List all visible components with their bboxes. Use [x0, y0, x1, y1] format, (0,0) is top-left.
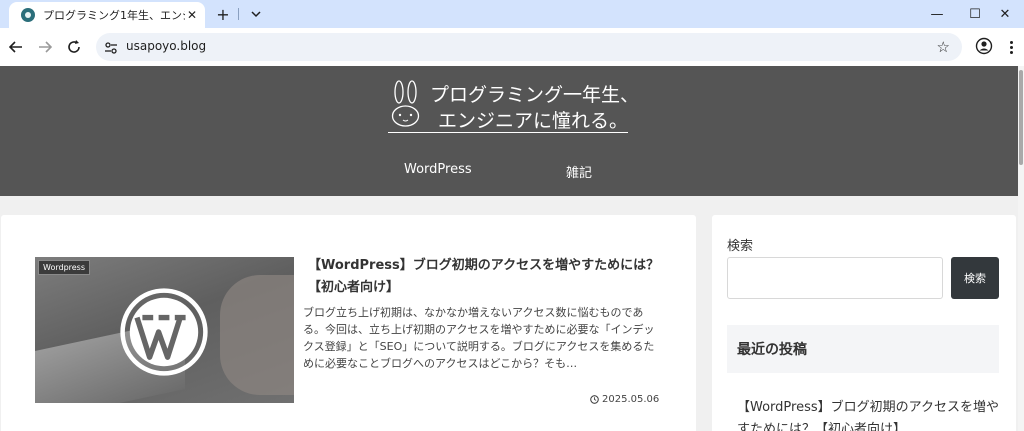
- browser-toolbar: usapoyo.blog ☆: [0, 28, 1024, 66]
- logo-text-line2: エンジニアに憧れる。: [438, 110, 629, 132]
- logo-text-line1: プログラミング一年生、: [430, 84, 640, 106]
- tab-title: プログラミング1年生、エンジニアに憧れる。: [43, 9, 185, 22]
- clock-icon: [590, 395, 599, 404]
- logo-underline: [388, 132, 628, 133]
- minimize-button[interactable]: —: [917, 0, 957, 28]
- nav-item-wordpress[interactable]: WordPress: [404, 162, 472, 177]
- url-text[interactable]: usapoyo.blog: [126, 39, 206, 53]
- post-excerpt: ブログ立ち上げ初期は、なかなか増えないアクセス数に悩むものである。今回は、立ち上…: [303, 306, 655, 370]
- reload-icon[interactable]: [64, 37, 84, 57]
- site-settings-icon[interactable]: [104, 40, 118, 54]
- tab-separator: [238, 8, 239, 20]
- rabbit-logo-icon: [391, 80, 420, 127]
- category-badge[interactable]: Wordpress: [38, 260, 91, 275]
- wordpress-logo-icon: [120, 288, 208, 376]
- address-bar[interactable]: usapoyo.blog ☆: [96, 33, 962, 61]
- profile-icon[interactable]: [975, 37, 993, 55]
- forward-arrow-icon[interactable]: [35, 37, 55, 57]
- tab-search-chevron-icon[interactable]: [246, 4, 266, 24]
- browser-tab-active[interactable]: プログラミング1年生、エンジニアに憧れる。 ✕: [9, 2, 205, 28]
- back-arrow-icon[interactable]: [6, 37, 26, 57]
- post-title[interactable]: 【WordPress】ブログ初期のアクセスを増やすためには？【初心者向け】: [308, 255, 668, 299]
- post-date-text: 2025.05.06: [602, 394, 660, 405]
- recent-post-link[interactable]: 【WordPress】ブログ初期のアクセスを増やすためには？【初心者向け】: [737, 397, 999, 431]
- browser-tab-strip: プログラミング1年生、エンジニアに憧れる。 ✕ + — ☐ ✕: [0, 0, 1024, 28]
- sidebar: 検索 検索 最近の投稿 【WordPress】ブログ初期のアクセスを増やすために…: [712, 215, 1016, 431]
- browser-menu-icon[interactable]: [1003, 36, 1019, 58]
- site-favicon-icon: [21, 8, 35, 22]
- bookmark-star-icon[interactable]: ☆: [937, 38, 950, 56]
- recent-posts-heading: 最近の投稿: [727, 325, 999, 373]
- window-close-button[interactable]: ✕: [985, 0, 1024, 28]
- search-label: 検索: [727, 239, 754, 254]
- tab-close-icon[interactable]: ✕: [187, 8, 197, 22]
- nav-item-zakki[interactable]: 雑記: [566, 162, 592, 181]
- site-header: プログラミング一年生、 エンジニアに憧れる。 WordPress 雑記: [0, 66, 1024, 196]
- page-scrollbar-thumb[interactable]: [1019, 70, 1023, 165]
- post-thumbnail[interactable]: Wordpress: [35, 257, 294, 403]
- new-tab-button[interactable]: +: [213, 4, 233, 24]
- search-input[interactable]: [727, 257, 943, 299]
- post-card[interactable]: Wordpress 【WordPress】ブログ初期のアクセスを増やすためには？…: [1, 215, 696, 431]
- thumbnail-hand-shape: [220, 275, 294, 395]
- post-date: 2025.05.06: [590, 394, 659, 405]
- search-button[interactable]: 検索: [951, 257, 999, 299]
- site-logo[interactable]: プログラミング一年生、 エンジニアに憧れる。: [388, 78, 639, 134]
